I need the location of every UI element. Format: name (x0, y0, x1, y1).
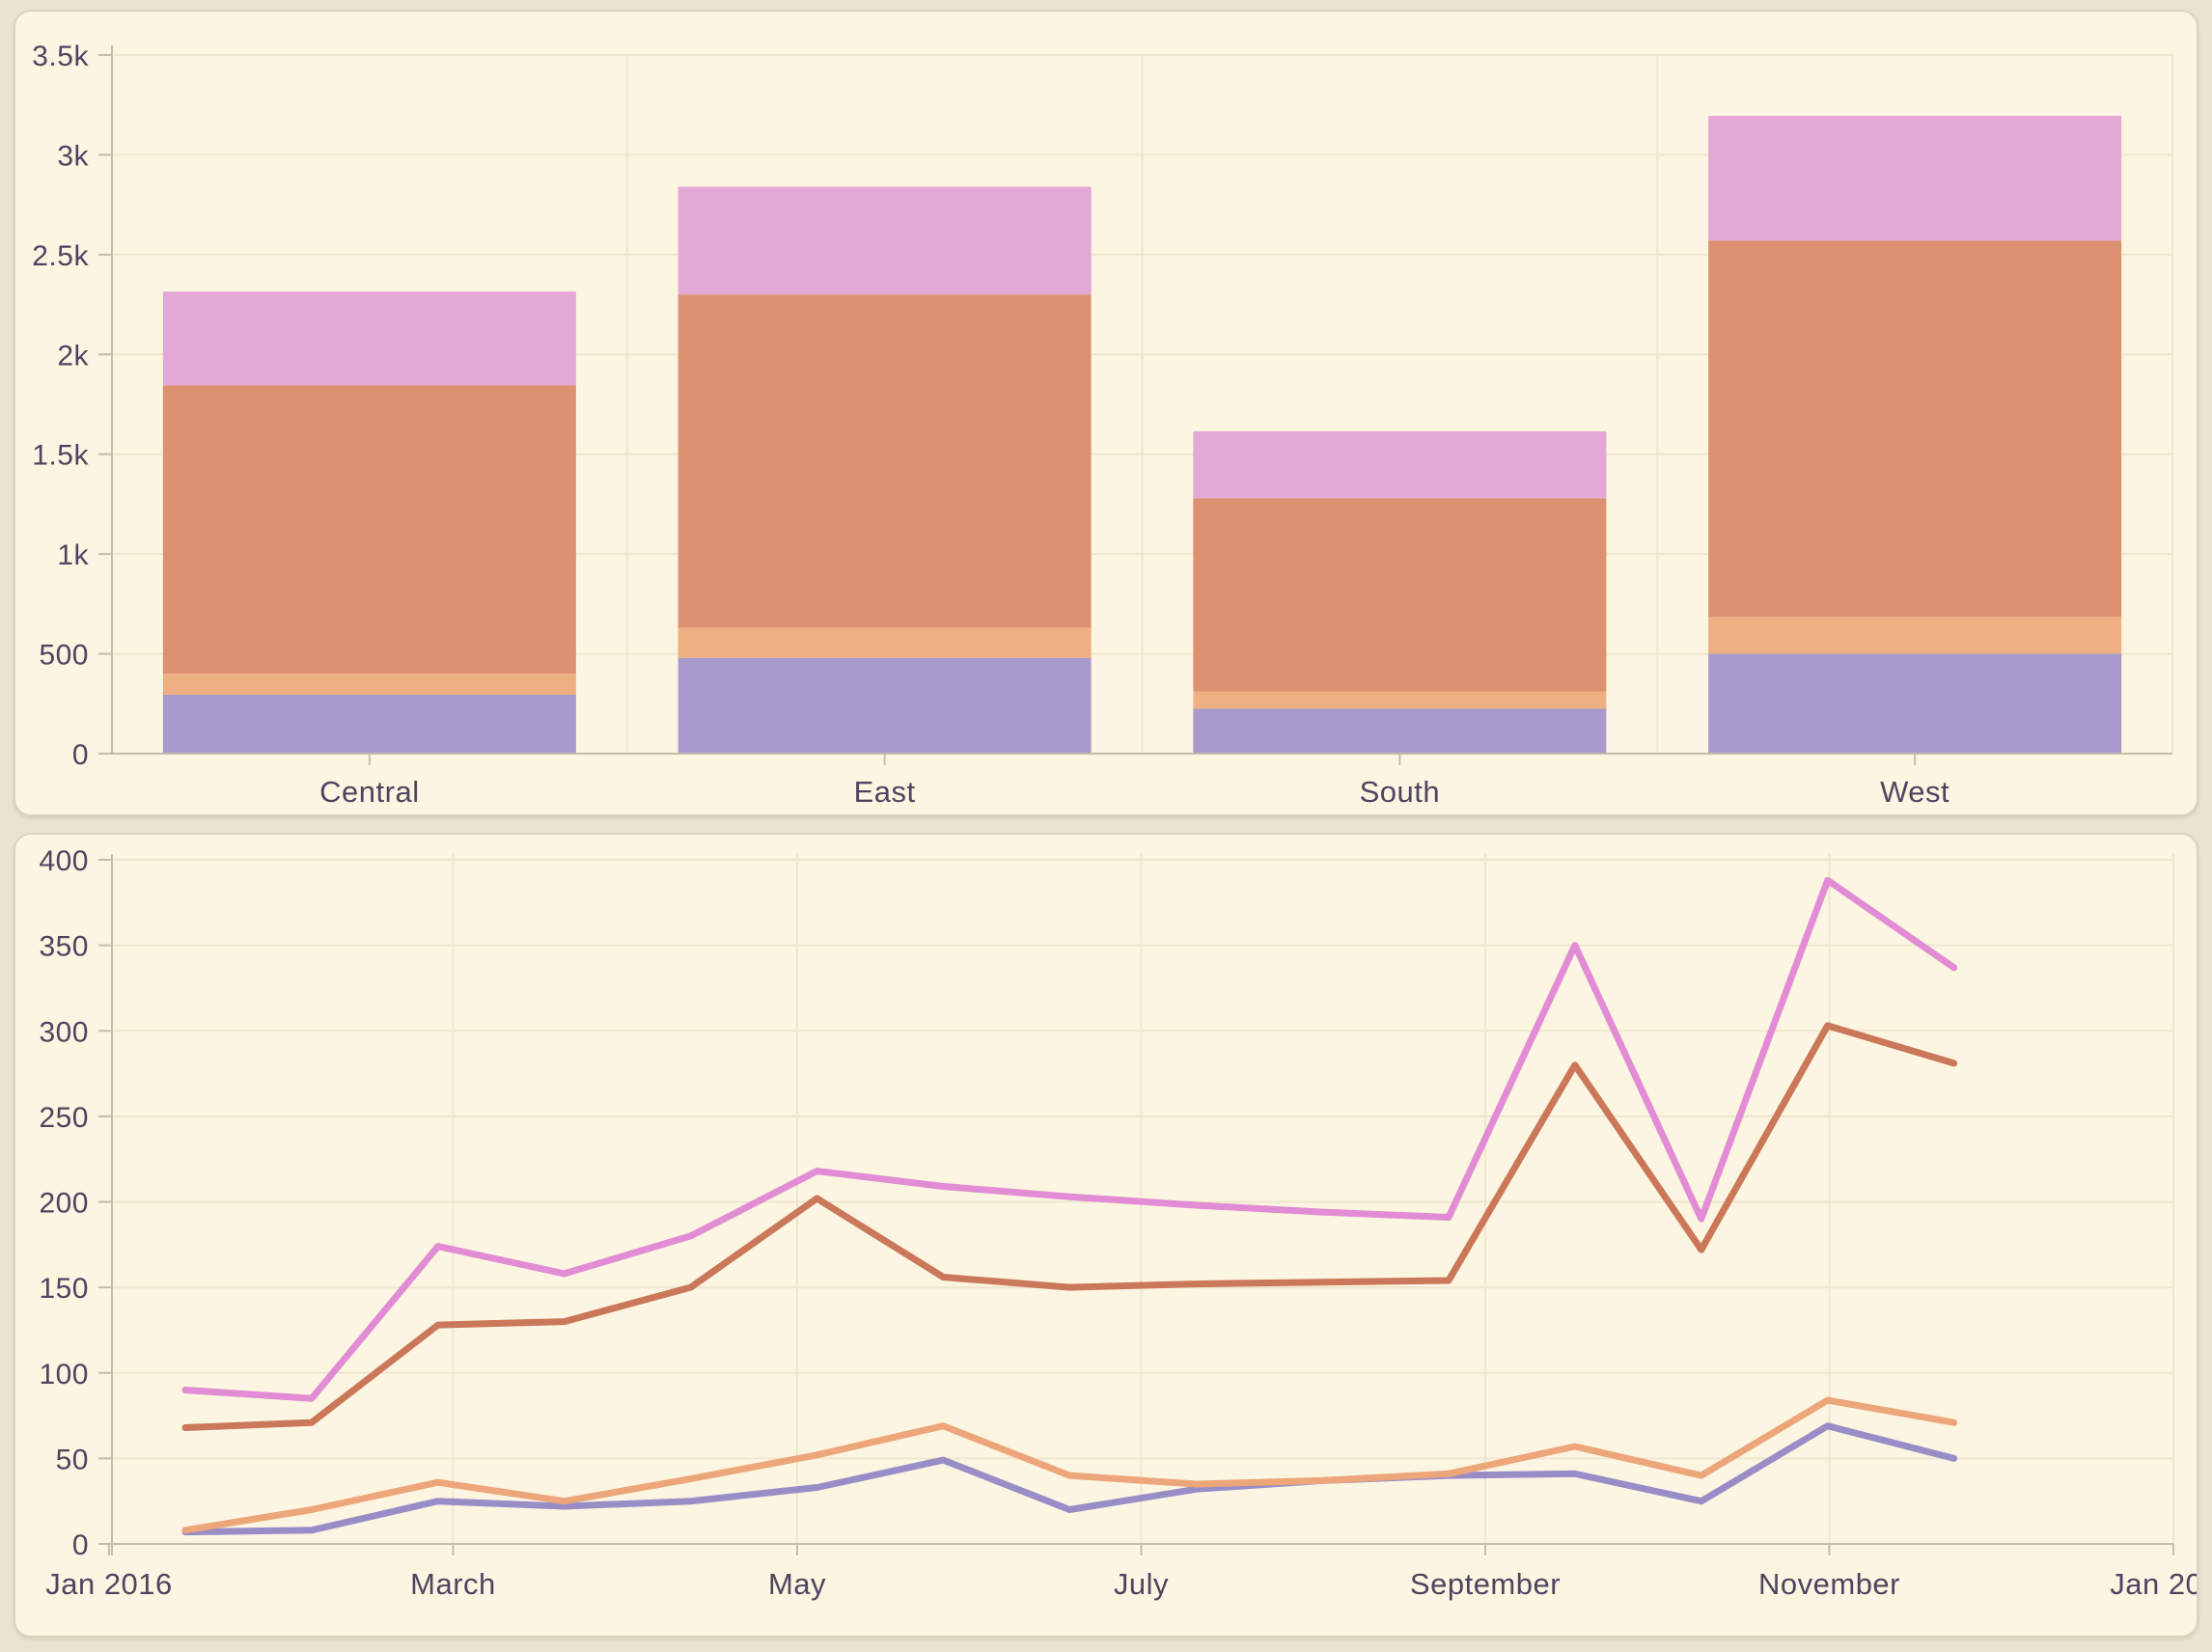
y-tick-label: 1.5k (32, 440, 89, 472)
bar-segment-series-tan-central[interactable] (163, 674, 576, 695)
x-tick-label: September (1410, 1567, 1561, 1601)
line-chart: 0 50 100 150 200 250 300 350 400 Jan 2016 March May… (15, 835, 2197, 1636)
bar-segment-series-salmon-central[interactable] (163, 385, 576, 674)
line-series-pink[interactable] (185, 880, 1954, 1398)
y-tick-label: 3k (57, 140, 89, 172)
y-tick-label: 1k (57, 539, 89, 571)
bar-segment-series-pink-south[interactable] (1193, 431, 1606, 498)
category-label-east: East (854, 775, 916, 809)
y-tick-label: 400 (39, 845, 89, 877)
y-tick-label: 2.5k (32, 240, 89, 272)
line-chart-card: 0 50 100 150 200 250 300 350 400 Jan 2016 March May… (14, 833, 2198, 1638)
x-tick-label: November (1758, 1567, 1900, 1601)
y-tick-label: 100 (39, 1359, 89, 1390)
category-label-south: South (1360, 775, 1441, 809)
bar-segment-series-tan-west[interactable] (1708, 617, 2121, 653)
bar-segment-series-pink-east[interactable] (678, 187, 1092, 295)
bar-segment-series-pink-central[interactable] (163, 291, 576, 385)
x-tick-label: March (410, 1567, 496, 1601)
bar-segment-series-purple-south[interactable] (1193, 708, 1606, 754)
bar-segment-series-salmon-east[interactable] (678, 294, 1092, 627)
stacked-bar-chart-card: 0 500 1k 1.5k 2k 2.5k 3k 3.5k Central East South We… (14, 10, 2198, 816)
bar-segment-series-salmon-south[interactable] (1193, 498, 1606, 692)
y-tick-label: 200 (39, 1188, 89, 1220)
category-label-west: West (1880, 775, 1949, 809)
y-tick-label: 150 (39, 1273, 89, 1305)
bar-segment-series-purple-east[interactable] (678, 658, 1092, 754)
x-tick-label: May (768, 1567, 826, 1601)
x-tick-label: Jan 2016 (45, 1567, 173, 1601)
bar-segment-series-tan-east[interactable] (678, 628, 1092, 658)
x-tick-label: July (1114, 1567, 1169, 1601)
y-tick-label: 300 (39, 1016, 89, 1048)
stacked-bar-chart: 0 500 1k 1.5k 2k 2.5k 3k 3.5k Central East South We… (15, 12, 2197, 814)
x-tick-label: Jan 2017 (2110, 1567, 2197, 1601)
category-label-central: Central (319, 775, 419, 809)
y-tick-label: 2k (57, 340, 89, 372)
bar-segment-series-salmon-west[interactable] (1708, 240, 2121, 617)
y-tick-label: 500 (39, 640, 89, 672)
line-series-salmon[interactable] (185, 1026, 1954, 1428)
y-tick-label: 3.5k (32, 41, 89, 72)
y-tick-label: 50 (56, 1444, 89, 1475)
bar-segment-series-pink-west[interactable] (1708, 116, 2121, 240)
y-tick-label: 350 (39, 931, 89, 963)
y-tick-label: 250 (39, 1102, 89, 1134)
bar-segment-series-tan-south[interactable] (1193, 692, 1606, 709)
y-tick-label: 0 (72, 1529, 89, 1561)
line-series-purple[interactable] (185, 1426, 1954, 1532)
bar-segment-series-purple-central[interactable] (163, 695, 576, 754)
y-tick-label: 0 (72, 739, 89, 771)
bar-segment-series-purple-west[interactable] (1708, 654, 2121, 754)
